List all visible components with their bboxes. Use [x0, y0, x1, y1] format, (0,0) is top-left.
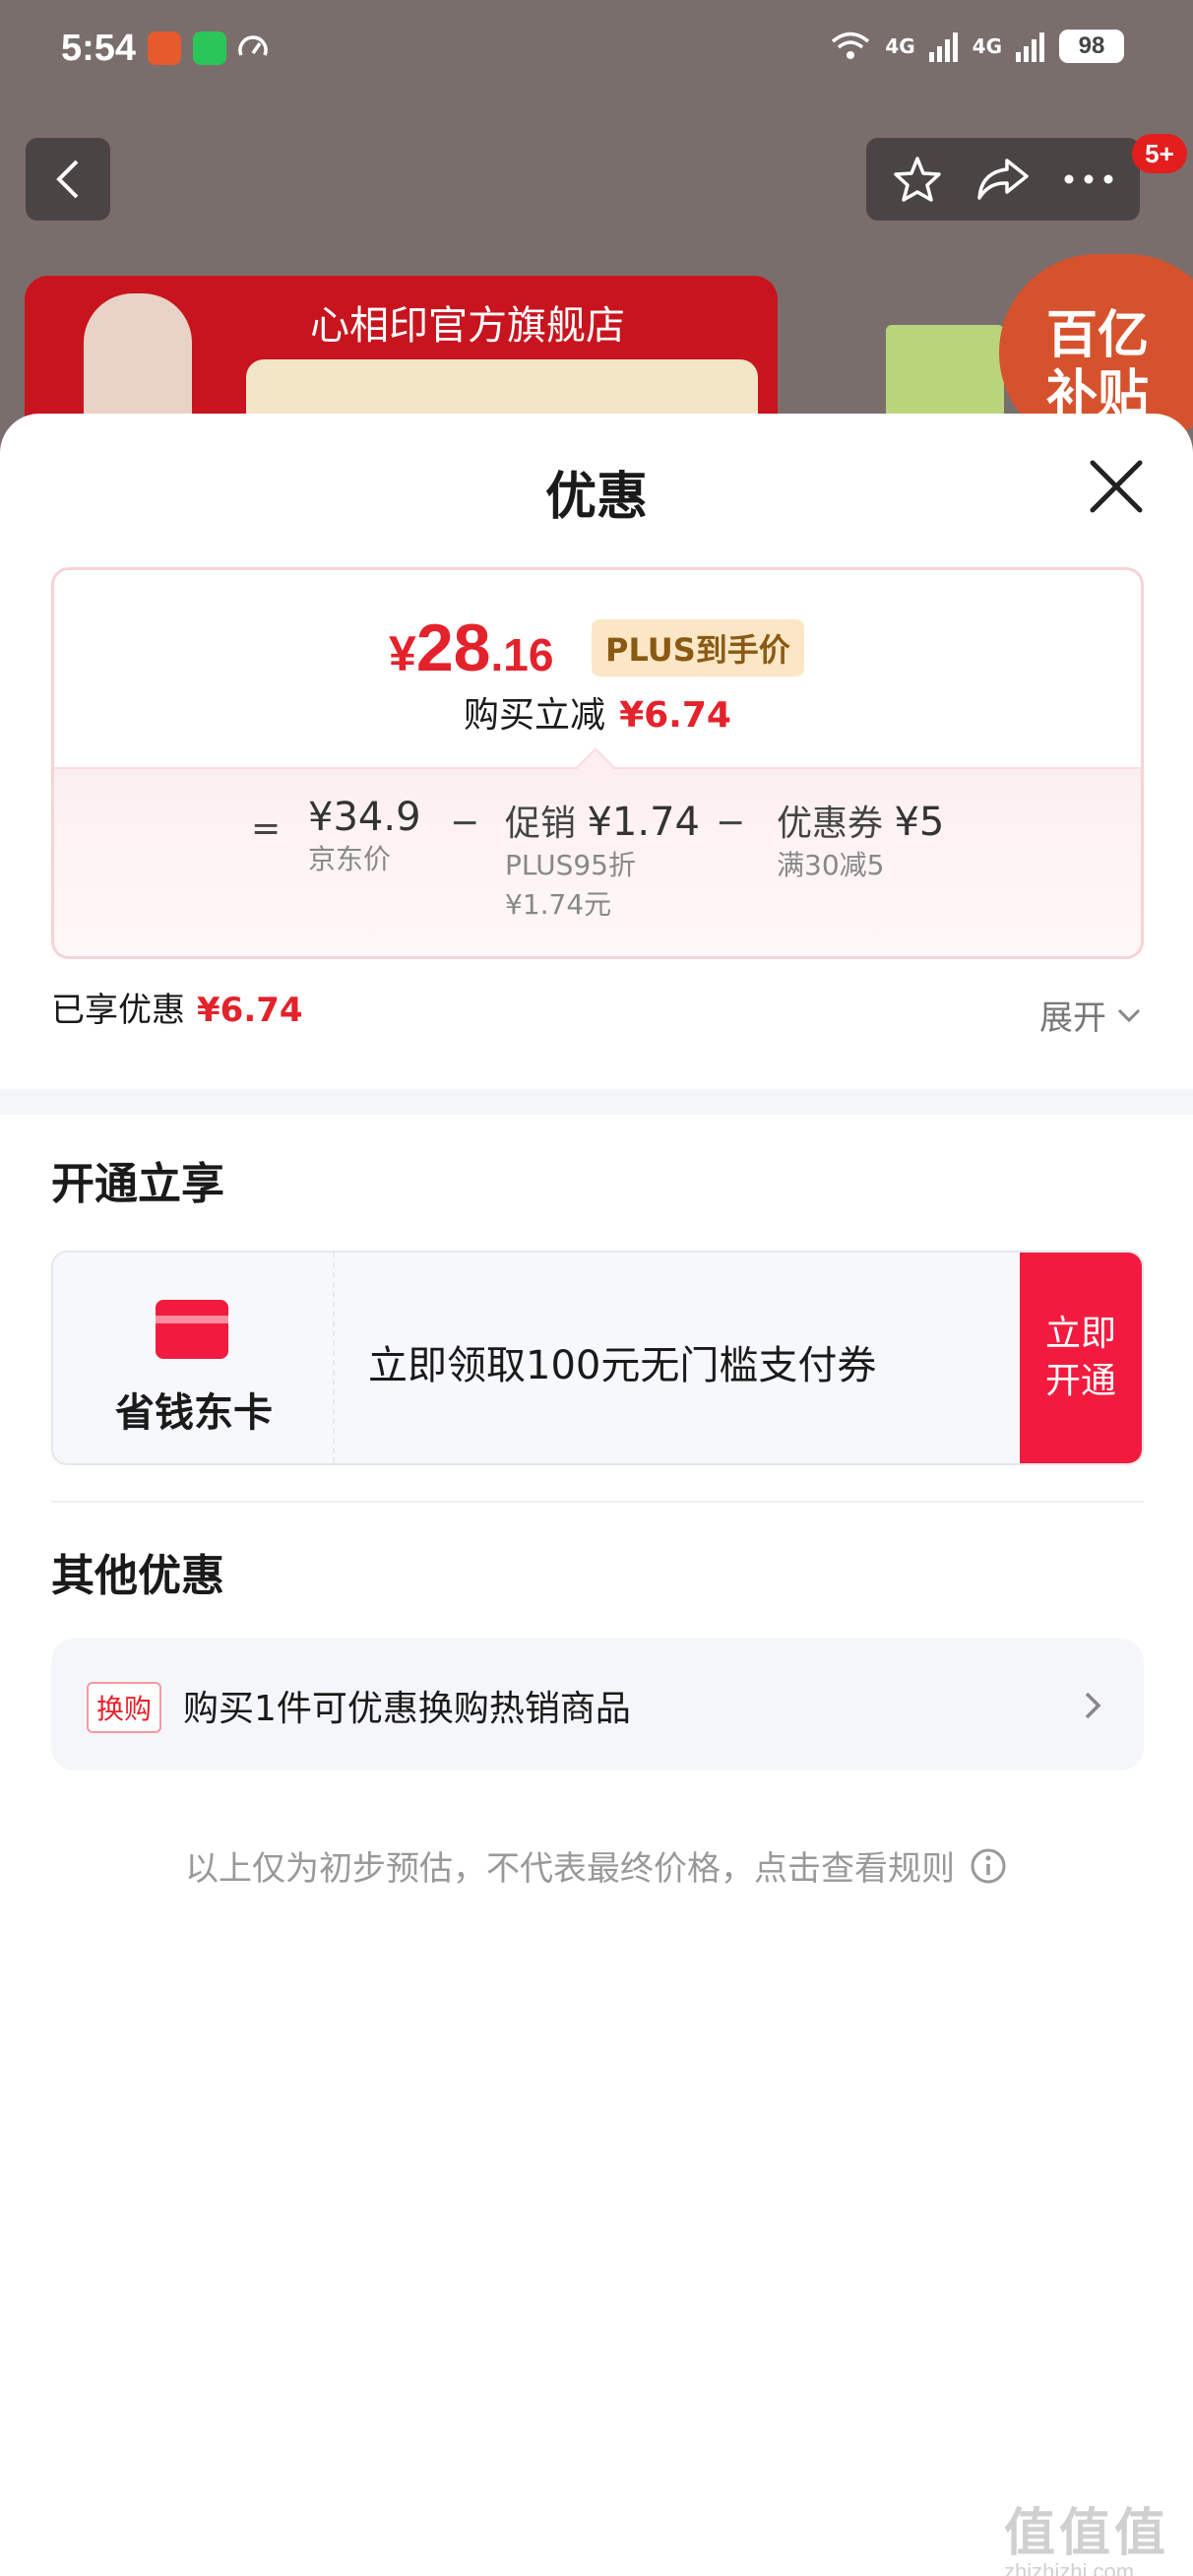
signal-2-label: 4G	[972, 34, 1002, 58]
jd-price-amount: ¥34.9	[308, 795, 421, 840]
open-section-title: 开通立享	[51, 1159, 224, 1209]
rules-disclaimer[interactable]: 以上仅为初步预估，不代表最终价格，点击查看规则	[0, 1841, 1193, 1890]
notification-badge: 5+	[1132, 134, 1187, 173]
minus-sign-1: −	[450, 803, 480, 843]
battery-icon: 98	[1059, 30, 1124, 63]
back-button[interactable]	[26, 138, 110, 221]
promo-sub-1: PLUS95折	[505, 849, 636, 881]
speed-icon	[238, 35, 268, 56]
price-decimal: .16	[490, 629, 554, 680]
swap-tag: 换购	[87, 1682, 162, 1733]
price-currency: ¥	[389, 626, 416, 681]
jd-price-block: ¥34.9 京东价	[308, 795, 421, 879]
chevron-right-icon	[1085, 1692, 1101, 1719]
enjoyed-discount: 已享优惠 ¥6.74	[51, 983, 303, 1031]
wechat-icon	[193, 32, 226, 65]
swap-offer-row[interactable]: 换购 购买1件可优惠换购热销商品	[51, 1639, 1144, 1771]
coupon-amount: ¥5	[894, 800, 945, 845]
minus-sign-2: −	[716, 803, 746, 843]
savings-card-offer[interactable]: 省钱东卡 立即领取100元无门槛支付券 立即开通	[51, 1251, 1144, 1465]
app-notification-icon	[148, 32, 181, 65]
sheet-title: 优惠	[544, 468, 648, 527]
open-now-button[interactable]: 立即 开通	[1020, 1253, 1142, 1463]
signal-1-label: 4G	[885, 34, 915, 58]
disclaimer-text: 以上仅为初步预估，不代表最终价格，点击查看规则	[185, 1849, 955, 1889]
coupon-block: 优惠券 ¥5 满30减5	[777, 795, 944, 885]
chevron-down-icon	[1117, 1008, 1141, 1022]
price-formula: = ¥34.9 京东价 − 促销 ¥1.74 PLUS95折 ¥1.74元 − …	[54, 767, 1141, 956]
status-time: 5:54	[61, 28, 137, 69]
watermark: 值值值 zhizhizhi.com	[1004, 2491, 1169, 2576]
star-icon[interactable]	[892, 155, 943, 204]
coupon-sub: 满30减5	[777, 849, 885, 881]
price-breakdown-card: ¥ 28 .16 PLUS到手价 购买立减 ¥6.74 = ¥34.9 京东价 −…	[51, 567, 1144, 959]
jd-price-label: 京东价	[308, 843, 392, 875]
expand-button[interactable]: 展开	[1039, 991, 1142, 1039]
savings-card-name: 省钱东卡	[115, 1390, 273, 1436]
thin-divider	[51, 1501, 1144, 1503]
open-button-line-1: 立即	[1044, 1314, 1116, 1354]
savings-card-badge: 省钱东卡	[53, 1253, 335, 1463]
promo-sub-2: ¥1.74元	[505, 888, 612, 921]
open-button-line-2: 开通	[1044, 1361, 1116, 1401]
promo-label: 促销	[505, 804, 577, 844]
share-icon[interactable]	[975, 157, 1031, 202]
status-bar: 5:54 4G 4G 98	[0, 0, 1193, 98]
reduce-label: 购买立减	[464, 695, 606, 736]
reduce-line: 购买立减 ¥6.74	[54, 686, 1141, 738]
other-section-title: 其他优惠	[51, 1551, 224, 1601]
signal-2-icon	[1016, 32, 1044, 62]
expand-label: 展开	[1039, 998, 1106, 1038]
discount-sheet: 优惠 ¥ 28 .16 PLUS到手价 购买立减 ¥6.74 = ¥34.9 京东…	[0, 414, 1193, 2576]
card-icon	[156, 1300, 228, 1359]
reduce-amount: ¥6.74	[619, 695, 731, 736]
final-price-area: ¥ 28 .16 PLUS到手价 购买立减 ¥6.74	[54, 570, 1141, 767]
watermark-logo: 值值值	[1004, 2505, 1170, 2562]
price-integer: 28	[415, 611, 491, 685]
wifi-icon	[832, 32, 870, 59]
promo-amount: ¥1.74	[587, 800, 700, 845]
savings-card-desc: 立即领取100元无门槛支付券	[368, 1343, 877, 1388]
promo-block: 促销 ¥1.74 PLUS95折 ¥1.74元	[505, 795, 700, 925]
signal-1-icon	[928, 32, 958, 62]
close-icon[interactable]	[1083, 453, 1150, 520]
info-icon	[971, 1848, 1006, 1883]
final-price: ¥ 28 .16	[389, 610, 553, 686]
enjoyed-label: 已享优惠	[51, 991, 185, 1030]
plus-price-tag: PLUS到手价	[592, 619, 804, 676]
coupon-label: 优惠券	[777, 804, 884, 844]
swap-offer-text: 购买1件可优惠换购热销商品	[183, 1689, 631, 1729]
equals-sign: =	[251, 808, 282, 849]
chevron-left-icon	[56, 160, 79, 199]
section-divider	[0, 1089, 1193, 1115]
more-icon[interactable]	[1063, 173, 1114, 185]
enjoyed-amount: ¥6.74	[197, 991, 303, 1030]
store-name: 心相印官方旗舰店	[310, 303, 625, 349]
top-action-group	[866, 138, 1140, 221]
